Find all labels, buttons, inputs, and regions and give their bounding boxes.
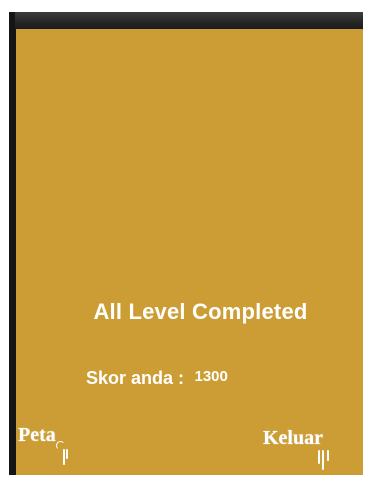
score-value: 1300: [194, 368, 228, 385]
score-label: Skor anda :: [86, 368, 185, 388]
exit-drip: [318, 450, 320, 464]
score-row: Skor anda : 1300: [86, 368, 228, 389]
completion-panel: All Level Completed Skor anda : 1300: [16, 29, 363, 475]
map-drip: [66, 449, 68, 459]
map-drip: [63, 449, 65, 465]
top-bar: [15, 12, 363, 30]
map-button-label: Peta: [18, 424, 56, 446]
exit-drip: [327, 450, 329, 461]
completion-title: All Level Completed: [93, 299, 308, 324]
exit-button[interactable]: Keluar: [263, 427, 323, 450]
exit-button-label: Keluar: [263, 427, 323, 449]
exit-drip: [322, 450, 324, 470]
game-window: All Level Completed Skor anda : 1300 Pet…: [0, 0, 373, 491]
map-button[interactable]: Peta: [18, 424, 56, 447]
